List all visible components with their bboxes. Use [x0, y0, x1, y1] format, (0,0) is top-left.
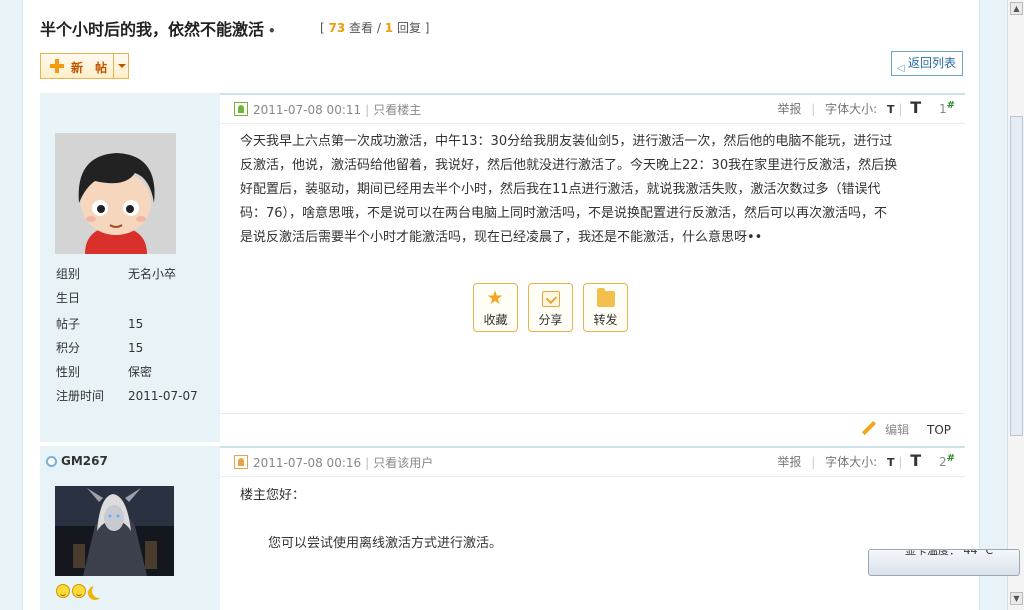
- font-big-button[interactable]: T: [910, 451, 921, 470]
- scrollbar-thumb[interactable]: [1010, 116, 1023, 436]
- chevron-left-icon: ◁: [897, 63, 905, 74]
- profile-label-group: 组别: [56, 267, 81, 281]
- font-size-label: 字体大小:: [825, 455, 878, 469]
- plus-icon: [50, 59, 64, 73]
- gpu-temperature-text: 显卡温度： 44 ℃: [905, 549, 994, 557]
- forward-label: 转发: [593, 313, 618, 327]
- post-2: GM267 2011-07-08 00:16 | 只看该用户 举报 | 字体大小…: [40, 446, 965, 610]
- thread-stats: [ 73 查看 / 1 回复 ]: [320, 19, 429, 36]
- floor-mark: #: [946, 100, 955, 111]
- back-to-list-button[interactable]: ◁ 返回列表: [891, 51, 963, 76]
- scroll-up-arrow-icon[interactable]: ▲: [1010, 2, 1023, 15]
- views-label: 查看: [349, 21, 374, 35]
- only-thread-author-link[interactable]: 只看楼主: [373, 103, 421, 117]
- profile-label-posts: 帖子: [56, 317, 81, 331]
- post-body-line: 是说反激活后需要半个小时才能激活吗，现在已经凌晨了，我还是不能激活，什么意思呀•…: [240, 230, 763, 245]
- edit-link[interactable]: 编辑: [885, 423, 909, 437]
- post-floor-number[interactable]: 1: [939, 102, 947, 116]
- favorite-label: 收藏: [483, 313, 508, 327]
- favorite-button[interactable]: 收藏: [473, 283, 518, 332]
- post-floor-number[interactable]: 2: [939, 455, 947, 469]
- avatar[interactable]: [55, 133, 176, 254]
- folder-icon: [596, 288, 615, 307]
- back-to-top-link[interactable]: TOP: [927, 423, 951, 437]
- post-1-meta: 2011-07-08 00:11 | 只看楼主: [234, 101, 421, 118]
- views-count: 73: [328, 21, 346, 35]
- gpu-temperature-popup: 显卡温度： 44 ℃: [868, 549, 1020, 576]
- new-post-label: 新 帖: [71, 61, 112, 75]
- post-body-line: 码：76），啥意思哦，不是说可以在两台电脑上同时激活吗，不是说换配置进行反激活，…: [240, 206, 888, 221]
- post-1-body: 今天我早上六点第一次成功激活，中午13：30分给我朋友装仙剑5，进行激活一次，然…: [240, 130, 897, 250]
- new-post-dropdown-chevron-icon[interactable]: [113, 54, 128, 78]
- thread-title-suffix: •: [268, 24, 276, 38]
- vertical-scrollbar[interactable]: ▲ ▼: [1007, 0, 1024, 610]
- replies-count: 1: [384, 21, 394, 35]
- profile-value-group: 无名小卒: [128, 267, 177, 281]
- stats-bracket-close: ]: [424, 21, 430, 35]
- stats-bracket-open: [: [320, 21, 325, 35]
- smiley-icon: [72, 584, 86, 598]
- report-link[interactable]: 举报: [777, 102, 801, 116]
- share-label: 分享: [538, 313, 563, 327]
- post-1-tools: 举报 | 字体大小: T | T 1#: [777, 98, 955, 117]
- post-1: 组别 无名小卒 生日 帖子 15 积分 15 性别 保密 注册时间 2011-0…: [40, 93, 965, 442]
- post-body-line: 反激活，他说，激活码给他留着，我说好，然后他就没进行激活了。今天晚上22：30我…: [240, 158, 898, 173]
- profile-value-gender: 保密: [128, 365, 153, 379]
- report-link[interactable]: 举报: [777, 455, 801, 469]
- star-icon: [487, 287, 505, 309]
- post-header-divider: [220, 123, 965, 124]
- font-small-button[interactable]: T: [887, 103, 895, 116]
- share-button[interactable]: 分享: [528, 283, 573, 332]
- online-status-icon: [46, 456, 57, 467]
- font-big-button[interactable]: T: [910, 98, 921, 117]
- only-this-user-link[interactable]: 只看该用户: [373, 456, 433, 470]
- post-1-author-sidebar: 组别 无名小卒 生日 帖子 15 积分 15 性别 保密 注册时间 2011-0…: [40, 93, 220, 442]
- font-size-label: 字体大小:: [825, 102, 878, 116]
- post-2-author-sidebar: GM267: [40, 446, 220, 610]
- post-1-footer: 编辑 TOP: [861, 420, 951, 438]
- thread-title: 半个小时后的我，依然不能激活 •: [40, 16, 276, 40]
- right-gutter: [980, 0, 1007, 610]
- user-card-icon: [234, 102, 248, 116]
- post-1-datetime: 2011-07-08 00:11: [253, 103, 362, 117]
- post-body-line: 今天我早上六点第一次成功激活，中午13：30分给我朋友装仙剑5，进行激活一次，然…: [240, 134, 893, 149]
- stats-slash: /: [376, 21, 381, 35]
- pencil-icon: [862, 420, 877, 436]
- share-icon: [541, 291, 560, 307]
- post-body-line: 好配置后，装驱动，期间已经用去半个小时，然后我在11点进行激活，就说我激活失败，…: [240, 182, 881, 197]
- post-2-meta: 2011-07-08 00:16 | 只看该用户: [234, 454, 433, 471]
- user-card-icon: [234, 455, 248, 469]
- post-body-line: 您可以尝试使用离线激活方式进行激活。: [268, 536, 503, 551]
- post-2-body: 楼主您好： 您可以尝试使用离线激活方式进行激活。: [240, 484, 502, 556]
- cartoon-avatar-icon: [55, 133, 176, 254]
- avatar[interactable]: [55, 486, 174, 576]
- profile-label-points: 积分: [56, 341, 81, 355]
- thread-title-text: 半个小时后的我，依然不能激活: [40, 20, 265, 39]
- post-body-line: 楼主您好：: [240, 488, 306, 503]
- author-name[interactable]: GM267: [61, 454, 108, 468]
- post-header-divider: [220, 476, 965, 477]
- profile-label-gender: 性别: [56, 365, 81, 379]
- profile-label-birthday: 生日: [56, 291, 81, 305]
- post-footer-divider: [220, 413, 965, 414]
- smiley-icon: [56, 584, 70, 598]
- left-gutter: [0, 0, 22, 610]
- forward-button[interactable]: 转发: [583, 283, 628, 332]
- replies-label: 回复: [396, 21, 421, 35]
- post-1-content: 2011-07-08 00:11 | 只看楼主 举报 | 字体大小: T | T 1…: [220, 93, 965, 442]
- post-2-tools: 举报 | 字体大小: T | T 2#: [777, 451, 955, 470]
- new-post-button[interactable]: 新 帖: [40, 53, 129, 79]
- profile-value-register-time: 2011-07-07: [128, 389, 198, 403]
- back-to-list-label: 返回列表: [908, 56, 957, 70]
- scroll-down-arrow-icon[interactable]: ▼: [1010, 592, 1023, 605]
- post-2-datetime: 2011-07-08 00:16: [253, 456, 362, 470]
- floor-mark: #: [946, 453, 955, 464]
- profile-value-posts: 15: [128, 317, 144, 331]
- moon-icon: [92, 584, 106, 598]
- warrior-avatar-icon: [55, 486, 174, 576]
- profile-value-points: 15: [128, 341, 144, 355]
- font-small-button[interactable]: T: [887, 456, 895, 469]
- profile-label-register-time: 注册时间: [56, 389, 105, 403]
- post-2-content: 2011-07-08 00:16 | 只看该用户 举报 | 字体大小: T | T …: [220, 446, 965, 610]
